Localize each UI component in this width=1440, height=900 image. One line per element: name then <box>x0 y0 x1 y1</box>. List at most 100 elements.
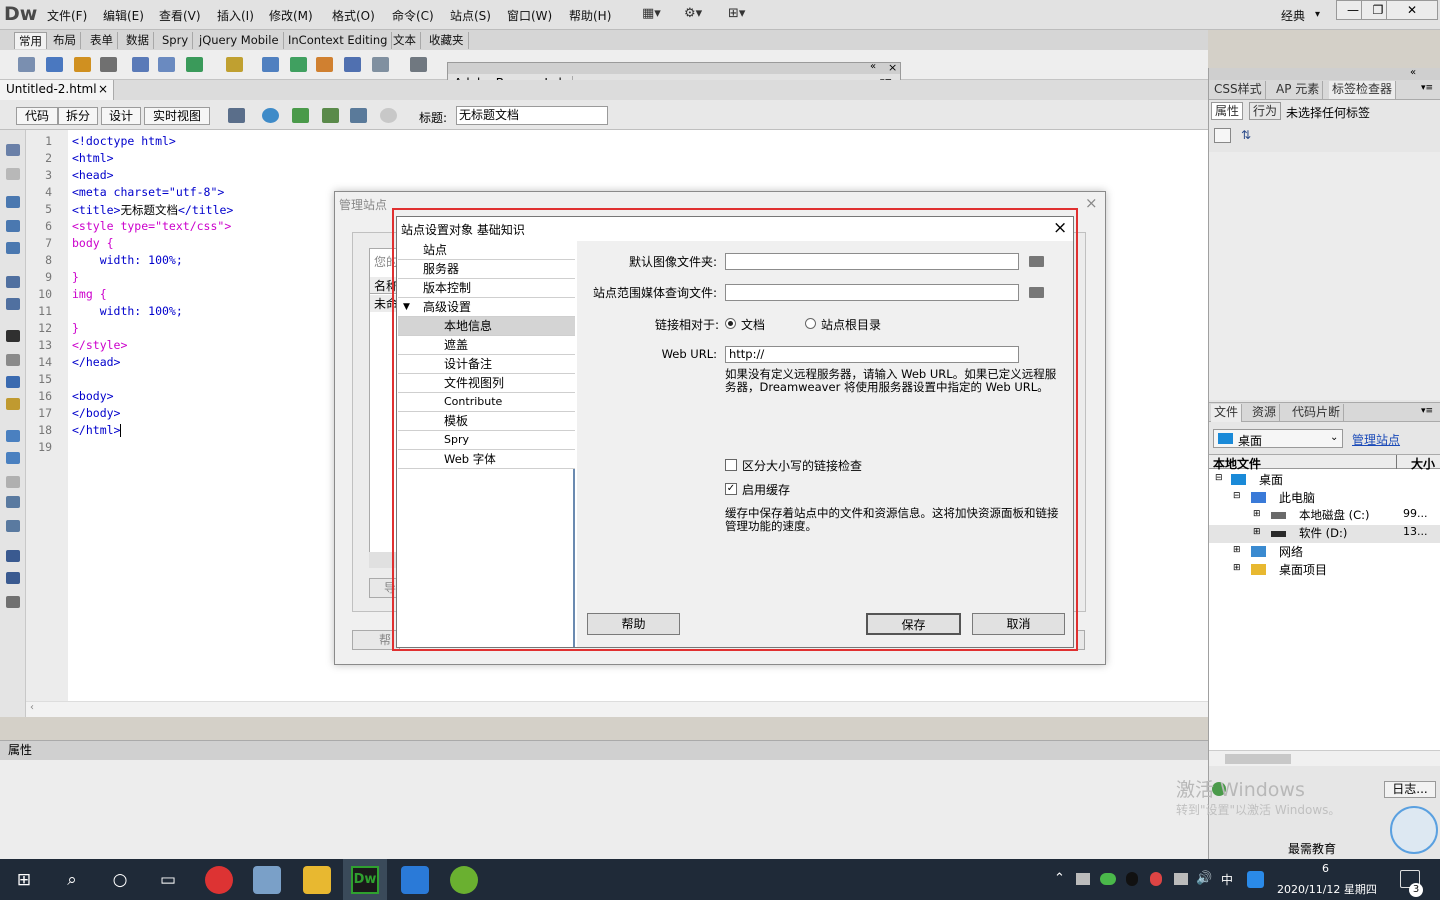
split-view-button[interactable]: 拆分 <box>58 107 98 125</box>
highlight-invalid-icon[interactable] <box>6 354 20 366</box>
code-line[interactable]: </head> <box>72 355 120 369</box>
tab-favorites[interactable]: 收藏夹 <box>425 32 469 49</box>
clock-time[interactable]: 6 <box>1322 862 1329 875</box>
enable-cache-checkbox[interactable]: ✓ <box>725 483 737 495</box>
files-panel-menu-icon[interactable]: ▾≡ <box>1421 406 1433 416</box>
tab-css-styles[interactable]: CSS样式 <box>1211 81 1266 99</box>
code-line[interactable]: </body> <box>72 406 120 420</box>
tree-toggle-icon[interactable]: ⊞ <box>1233 545 1241 555</box>
tab-data[interactable]: 数据 <box>122 32 154 49</box>
category-file-view-columns[interactable]: 文件视图列 <box>398 374 575 393</box>
tab-spry[interactable]: Spry <box>158 32 194 49</box>
layout-icon[interactable]: ▦▾ <box>642 6 661 21</box>
head-icon[interactable] <box>372 57 389 72</box>
dreamweaver-taskbar-button[interactable]: Dw <box>343 859 387 900</box>
code-line[interactable]: img { <box>72 287 107 301</box>
design-view-button[interactable]: 设计 <box>101 107 141 125</box>
server-include-icon[interactable] <box>316 57 333 72</box>
help-button[interactable]: 帮助 <box>587 613 680 635</box>
code-line[interactable]: } <box>72 321 79 335</box>
title-input[interactable]: 无标题文档 <box>456 106 608 125</box>
site-list-toolbar[interactable] <box>369 552 399 568</box>
code-line[interactable]: } <box>72 270 79 284</box>
multiscreen-icon[interactable] <box>228 108 245 123</box>
code-line[interactable]: <!doctype html> <box>72 134 176 148</box>
tab-forms[interactable]: 表单 <box>86 32 118 49</box>
horizontal-rule-icon[interactable] <box>100 57 117 72</box>
code-line[interactable]: width: 100%; <box>72 304 183 318</box>
refresh-icon[interactable] <box>380 108 397 123</box>
category-version-control[interactable]: 版本控制 <box>398 279 575 298</box>
tree-toggle-icon[interactable]: ⊞ <box>1233 563 1241 573</box>
import-button[interactable]: 导 <box>369 578 399 598</box>
tree-item-this-pc[interactable]: 此电脑 <box>1279 489 1315 506</box>
qq-icon[interactable] <box>1150 872 1162 886</box>
browserlab-close-icon[interactable]: × <box>888 61 897 74</box>
radio-document-label[interactable]: 文档 <box>741 316 765 333</box>
cancel-button[interactable]: 取消 <box>972 613 1065 635</box>
validate-icon[interactable] <box>322 108 339 123</box>
menu-modify[interactable]: 修改(M) <box>269 7 313 24</box>
tree-item-drive-c[interactable]: 本地磁盘 (C:) <box>1299 507 1370 523</box>
app-icon[interactable] <box>450 866 478 894</box>
tree-item-desktop-items[interactable]: 桌面项目 <box>1279 561 1327 578</box>
site-list-row[interactable]: 未命 <box>370 295 398 312</box>
tree-toggle-icon[interactable]: ⊟ <box>1233 491 1241 501</box>
tree-item-network[interactable]: 网络 <box>1279 543 1303 560</box>
hyperlink-icon[interactable] <box>18 57 35 72</box>
manage-sites-close-icon[interactable]: × <box>1085 194 1098 212</box>
code-line[interactable]: </html> <box>72 423 122 437</box>
category-site[interactable]: 站点 <box>398 241 575 260</box>
tree-item-desktop[interactable]: 桌面 <box>1259 471 1283 488</box>
tab-incontext-editing[interactable]: InContext Editing <box>284 32 393 49</box>
q-icon[interactable] <box>1247 871 1264 888</box>
scroll-thumb[interactable] <box>1225 754 1291 764</box>
site-icon[interactable]: ⊞▾ <box>728 6 745 21</box>
browserlab-titlebar[interactable] <box>448 63 900 74</box>
workspace-label[interactable]: 经典 <box>1281 7 1305 24</box>
clock-date[interactable]: 2020/11/12 星期四 <box>1277 881 1377 897</box>
code-line[interactable]: </style> <box>72 338 127 352</box>
log-button[interactable]: 日志... <box>1384 781 1436 798</box>
menu-file[interactable]: 文件(F) <box>47 7 87 24</box>
chrome-icon[interactable] <box>205 866 233 894</box>
tab-tag-inspector[interactable]: 标签检查器 <box>1329 81 1397 99</box>
save-button[interactable]: 保存 <box>866 613 961 635</box>
folder-icon[interactable] <box>1029 256 1044 267</box>
expand-arrow-icon[interactable]: ▼ <box>403 298 410 316</box>
category-servers[interactable]: 服务器 <box>398 260 575 279</box>
category-contribute[interactable]: Contribute <box>398 393 575 412</box>
assistant-avatar[interactable] <box>1390 806 1438 854</box>
wps-icon[interactable] <box>401 866 429 894</box>
ime-indicator[interactable]: 中 <box>1221 871 1233 888</box>
tab-jquery-mobile[interactable]: jQuery Mobile <box>195 32 284 49</box>
enable-cache-label[interactable]: 启用缓存 <box>742 481 790 498</box>
menu-edit[interactable]: 编辑(E) <box>103 7 144 24</box>
site-list[interactable]: 您的 名称 未命 <box>369 248 399 564</box>
manage-done-button[interactable] <box>1077 630 1085 650</box>
manage-help-button[interactable]: 帮 <box>352 630 400 650</box>
file-management-icon[interactable] <box>292 108 309 123</box>
line-numbers-icon[interactable] <box>6 330 20 342</box>
menu-help[interactable]: 帮助(H) <box>569 7 611 24</box>
menu-view[interactable]: 查看(V) <box>159 7 201 24</box>
subtab-behaviors[interactable]: 行为 <box>1249 102 1282 120</box>
task-view-icon[interactable]: ▭ <box>154 866 182 894</box>
cortana-icon[interactable]: ○ <box>106 866 134 894</box>
horizontal-scrollbar[interactable]: ‹ <box>26 701 1208 717</box>
case-sensitive-label[interactable]: 区分大小写的链接检查 <box>742 457 862 474</box>
tab-assets[interactable]: 资源 <box>1249 404 1281 422</box>
site-select[interactable]: 桌面 ⌄ <box>1213 429 1343 448</box>
tab-ap-elements[interactable]: AP 元素 <box>1273 81 1324 99</box>
tray-expand-icon[interactable]: ⌃ <box>1054 871 1065 886</box>
close-button[interactable]: ✕ <box>1386 0 1438 20</box>
workspace-dropdown-icon[interactable]: ▾ <box>1315 9 1320 20</box>
show-code-navigator-icon[interactable] <box>6 168 20 180</box>
css-panel-menu-icon[interactable]: ▾≡ <box>1421 83 1433 93</box>
code-view-button[interactable]: 代码 <box>16 107 58 125</box>
code-line[interactable]: <head> <box>72 168 114 182</box>
code-line[interactable]: <style type="text/css"> <box>72 219 231 233</box>
notepad-icon[interactable] <box>253 866 281 894</box>
code-line[interactable]: <title>无标题文档</title> <box>72 202 233 218</box>
word-wrap-icon[interactable] <box>6 376 20 388</box>
